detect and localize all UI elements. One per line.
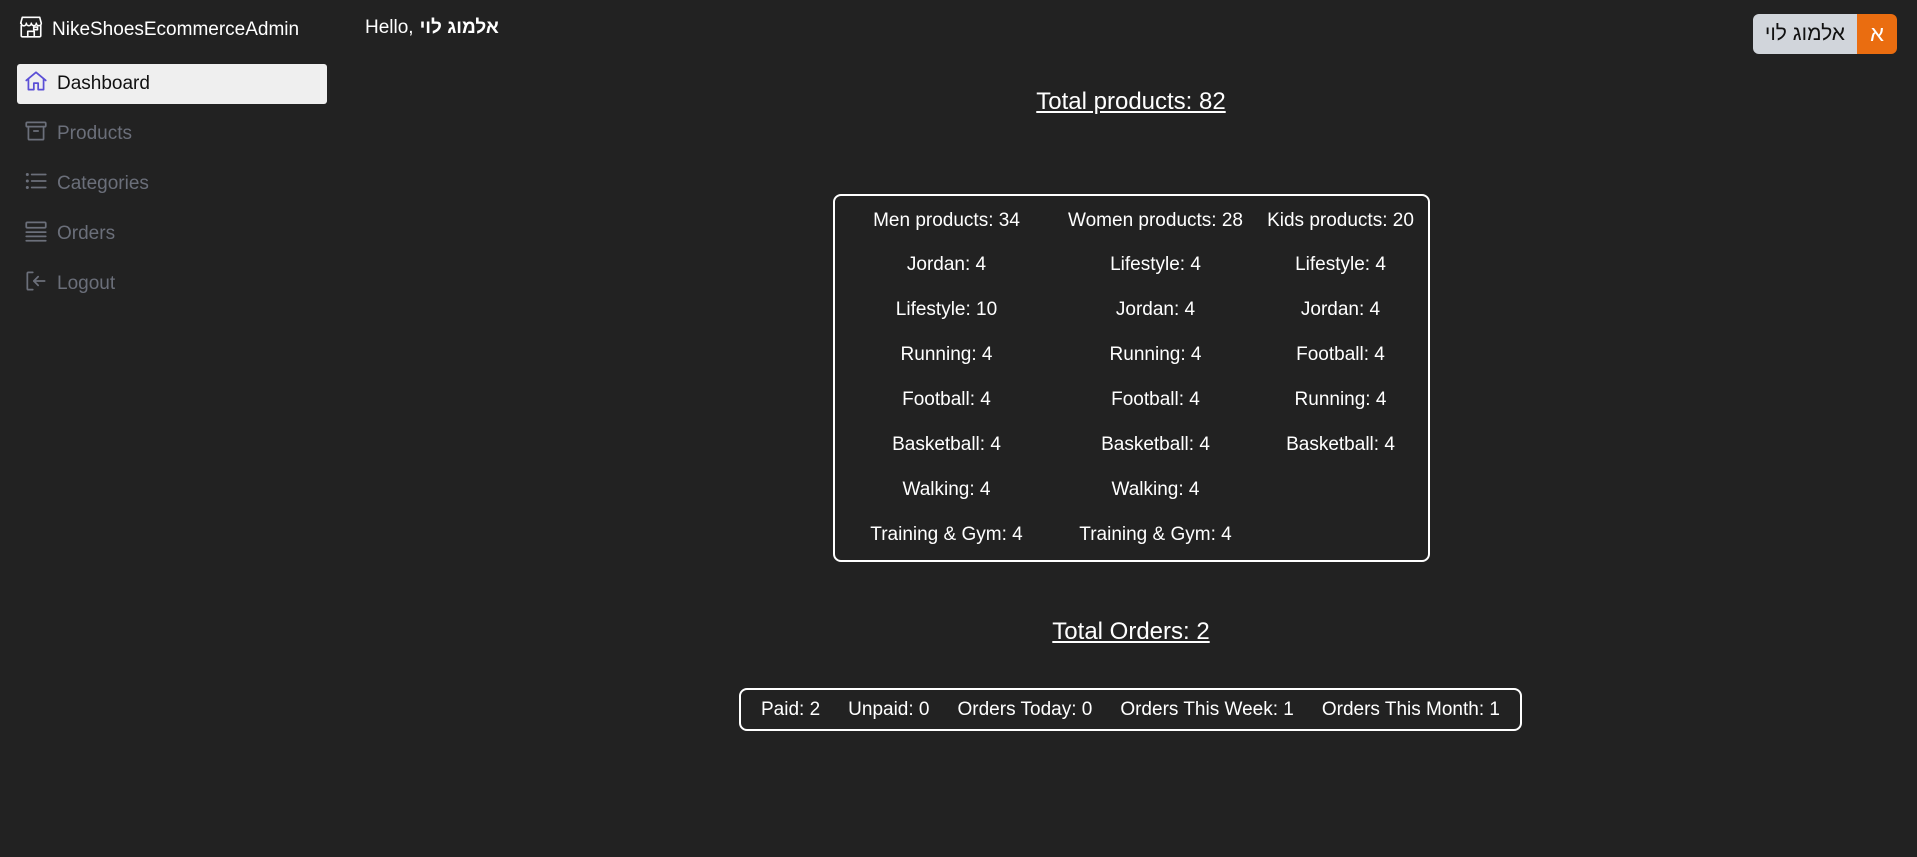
store-icon [18, 14, 44, 46]
category-count: Football: 4 [902, 388, 991, 410]
total-orders-title: Total Orders: 2 [1052, 618, 1210, 645]
sidebar-item-label: Categories [57, 173, 149, 194]
category-count: Basketball: 4 [1286, 433, 1395, 455]
products-breakdown-card: Men products: 34 Jordan: 4 Lifestyle: 10… [833, 194, 1430, 562]
category-count: Lifestyle: 4 [1295, 253, 1386, 275]
column-heading: Kids products: 20 [1267, 210, 1414, 231]
category-count: Basketball: 4 [892, 433, 1001, 455]
sidebar-item-logout[interactable]: Logout [17, 264, 327, 304]
orders-stat-week: Orders This Week: 1 [1120, 698, 1294, 720]
orders-stat-today: Orders Today: 0 [957, 698, 1093, 720]
category-count: Lifestyle: 4 [1110, 253, 1201, 275]
user-chip-name: אלמוג לוי [1752, 14, 1857, 54]
sidebar-item-label: Orders [57, 223, 116, 244]
category-count: Training & Gym: 4 [1079, 523, 1232, 545]
category-count: Lifestyle: 10 [895, 298, 998, 320]
sidebar-item-products[interactable]: Products [17, 114, 327, 154]
greeting-prefix: Hello, [365, 17, 414, 38]
avatar: א [1857, 14, 1897, 54]
logout-icon [23, 268, 49, 300]
total-products-title: Total products: 82 [1036, 88, 1226, 115]
sidebar-item-orders[interactable]: Orders [17, 214, 327, 254]
sidebar-item-label: Logout [57, 273, 116, 294]
list-icon [23, 168, 49, 200]
user-menu-button[interactable]: אלמוג לוי א [1752, 14, 1897, 54]
sidebar-item-label: Products [57, 123, 132, 144]
orders-stat-paid: Paid: 2 [761, 698, 821, 720]
category-count: Jordan: 4 [1115, 298, 1196, 320]
column-heading: Women products: 28 [1068, 210, 1243, 231]
column-heading: Men products: 34 [873, 210, 1020, 231]
category-count: Football: 4 [1296, 343, 1385, 365]
sidebar-item-categories[interactable]: Categories [17, 164, 327, 204]
category-count: Walking: 4 [1111, 478, 1200, 500]
orders-stat-unpaid: Unpaid: 0 [848, 698, 930, 720]
queue-list-icon [23, 218, 49, 250]
app-title: NikeShoesEcommerceAdmin [52, 19, 300, 40]
greeting: Hello, אלמוג לוי [365, 17, 499, 39]
orders-stats-card: Paid: 2 Unpaid: 0 Orders Today: 0 Orders… [739, 688, 1522, 731]
category-count: Training & Gym: 4 [870, 523, 1023, 545]
category-count: Jordan: 4 [1300, 298, 1381, 320]
category-count: Jordan: 4 [906, 253, 987, 275]
men-products-column: Men products: 34 Jordan: 4 Lifestyle: 10… [843, 210, 1050, 560]
category-count: Basketball: 4 [1101, 433, 1210, 455]
orders-stat-month: Orders This Month: 1 [1321, 698, 1500, 720]
category-count: Running: 4 [1109, 343, 1202, 365]
category-count: Running: 4 [1294, 388, 1387, 410]
category-count: Running: 4 [900, 343, 993, 365]
greeting-user-name: אלמוג לוי [419, 17, 499, 38]
category-list: Jordan: 4 Lifestyle: 10 Running: 4 Footb… [870, 242, 1022, 557]
archive-icon [23, 118, 49, 150]
category-count: Football: 4 [1111, 388, 1200, 410]
app-brand[interactable]: NikeShoesEcommerceAdmin [18, 14, 299, 46]
kids-products-column: Kids products: 20 Lifestyle: 4 Jordan: 4… [1261, 210, 1420, 560]
category-list: Lifestyle: 4 Jordan: 4 Running: 4 Footba… [1079, 242, 1231, 557]
app-root: NikeShoesEcommerceAdmin Dashboard Produc… [0, 0, 1917, 857]
women-products-column: Women products: 28 Lifestyle: 4 Jordan: … [1050, 210, 1261, 560]
category-count: Walking: 4 [902, 478, 991, 500]
category-list: Lifestyle: 4 Jordan: 4 Football: 4 Runni… [1286, 242, 1395, 467]
